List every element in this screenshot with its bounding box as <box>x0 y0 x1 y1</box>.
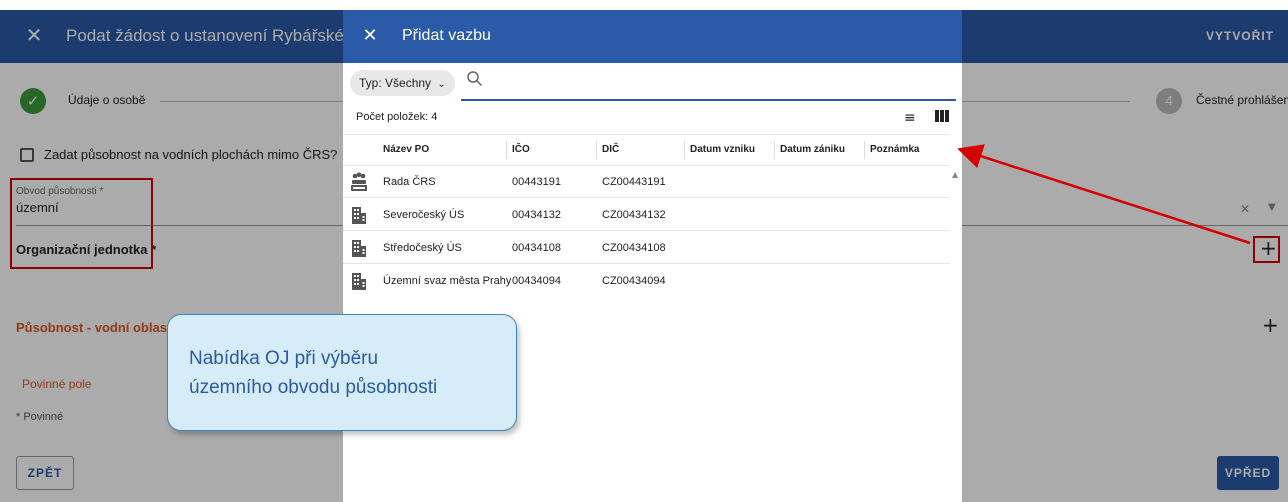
fishing-union-logo-icon <box>351 172 367 191</box>
search-input[interactable] <box>488 72 956 96</box>
cell-dic: CZ00434094 <box>602 275 666 287</box>
chevron-down-icon: ⌄ <box>437 79 446 90</box>
table-row[interactable]: Severočeský ÚS 00434132 CZ00434132 <box>343 199 950 231</box>
cell-ico: 00443191 <box>512 176 561 188</box>
column-divider <box>864 141 865 159</box>
column-header-dic[interactable]: DIČ <box>602 135 619 165</box>
cell-ico: 00434108 <box>512 242 561 254</box>
item-count: Počet položek: 4 <box>356 111 438 123</box>
callout-line: Nabídka OJ při výběru <box>189 348 379 369</box>
dialog-title: Přidat vazbu <box>402 27 491 44</box>
annotation-callout: Nabídka OJ při výběru územního obvodu pů… <box>167 314 517 431</box>
column-divider <box>684 141 685 159</box>
column-view-icon[interactable] <box>935 110 949 122</box>
cell-dic: CZ00434108 <box>602 242 666 254</box>
column-header-note[interactable]: Poznámka <box>870 135 919 165</box>
scroll-up-arrow-icon[interactable]: ▲ <box>952 170 958 179</box>
cell-dic: CZ00443191 <box>602 176 666 188</box>
search-icon <box>467 71 483 87</box>
column-header-dissolved[interactable]: Datum zániku <box>780 135 845 165</box>
cell-name: Severočeský ÚS <box>383 209 465 221</box>
cell-ico: 00434094 <box>512 275 561 287</box>
table-header: Název PO IČO DIČ Datum vzniku Datum záni… <box>343 134 950 166</box>
search-underline <box>461 99 956 101</box>
cell-name: Rada ČRS <box>383 176 436 188</box>
table-row[interactable]: Středočeský ÚS 00434108 CZ00434108 <box>343 232 950 264</box>
column-divider <box>506 141 507 159</box>
table-row[interactable]: Územní svaz města Prahy 00434094 CZ00434… <box>343 265 950 297</box>
close-icon[interactable]: ✕ <box>359 25 381 47</box>
column-divider <box>774 141 775 159</box>
cell-ico: 00434132 <box>512 209 561 221</box>
column-divider <box>596 141 597 159</box>
type-filter-select[interactable]: Typ: Všechny ⌄ <box>350 70 455 96</box>
building-icon <box>352 207 366 224</box>
column-header-founded[interactable]: Datum vzniku <box>690 135 755 165</box>
building-icon <box>352 240 366 257</box>
cell-name: Středočeský ÚS <box>383 242 462 254</box>
building-icon <box>352 273 366 290</box>
list-view-icon[interactable]: ≡ <box>904 110 916 126</box>
callout-text: Nabídka OJ při výběru územního obvodu pů… <box>189 344 437 402</box>
cell-dic: CZ00434132 <box>602 209 666 221</box>
column-header-name[interactable]: Název PO <box>383 135 429 165</box>
dialog-header: ✕ Přidat vazbu <box>343 10 962 63</box>
table-row[interactable]: Rada ČRS 00443191 CZ00443191 <box>343 166 950 198</box>
top-strip <box>0 0 1288 10</box>
callout-line: územního obvodu působnosti <box>189 377 438 398</box>
column-header-ico[interactable]: IČO <box>512 135 530 165</box>
type-filter-label: Typ: Všechny <box>359 76 432 90</box>
cell-name: Územní svaz města Prahy <box>383 275 512 287</box>
